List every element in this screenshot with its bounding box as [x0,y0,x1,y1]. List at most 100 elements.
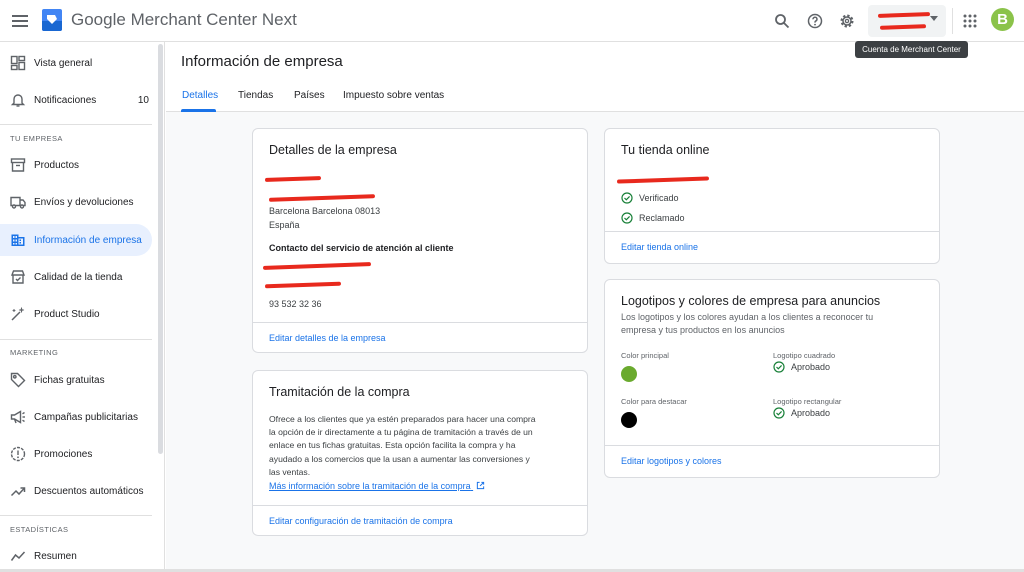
rectangular-logo-status: Aprobado [773,407,830,419]
square-logo-status: Aprobado [773,361,830,373]
products-icon [10,158,26,172]
sidebar-section-estadisticas: ESTADÍSTICAS [10,525,69,534]
top-app-bar: Google Merchant Center Next B [0,0,1024,42]
sidebar-item-label: Notificaciones [34,94,97,106]
bell-icon [10,94,26,107]
sidebar-item-product-studio[interactable]: Product Studio [0,298,152,330]
redaction-mark [264,176,322,182]
learn-more-checkout-link[interactable]: Más información sobre la tramitación de … [269,481,485,491]
sidebar-item-envios[interactable]: Envíos y devoluciones [0,186,152,218]
merchant-center-logo-icon [42,9,62,31]
account-switcher[interactable] [868,5,946,37]
verified-label: Verificado [639,193,679,203]
card-divider [253,322,587,323]
sidebar-item-label: Descuentos automáticos [34,485,144,497]
gear-icon [840,14,854,28]
open-in-new-icon [476,481,485,490]
checkout-description-line: ayudado a los comercios que la usan a au… [269,453,530,464]
settings-button[interactable] [835,9,859,33]
sidebar-item-label: Vista general [34,57,93,69]
sidebar-item-resumen[interactable]: Resumen [0,540,152,572]
approved-label: Aprobado [791,362,831,372]
card-divider [605,445,939,446]
sidebar-item-informacion-empresa[interactable]: Información de empresa [0,224,152,256]
logos-description-line2: empresa y tus productos en los anuncios [621,325,785,335]
sidebar-item-label: Campañas publicitarias [34,411,138,423]
redaction-mark [877,12,931,18]
sidebar-item-campanas[interactable]: Campañas publicitarias [0,401,152,433]
edit-checkout-link[interactable]: Editar configuración de tramitación de c… [269,516,453,526]
sidebar-divider [0,124,152,125]
checkout-card: Tramitación de la compra Ofrece a los cl… [252,370,588,536]
sidebar-item-calidad-tienda[interactable]: Calidad de la tienda [0,261,152,293]
tab-detalles[interactable]: Detalles [182,90,218,101]
card-divider [605,231,939,232]
sidebar-item-fichas-gratuitas[interactable]: Fichas gratuitas [0,364,152,396]
learn-more-label: Más información sobre la tramitación de … [269,481,471,491]
truck-icon [10,196,26,209]
help-button[interactable] [803,9,827,33]
sidebar-item-promociones[interactable]: Promociones [0,438,152,470]
sidebar-item-label: Resumen [34,550,77,562]
chart-line-icon [10,551,26,561]
accent-color-label: Color para destacar [621,397,687,406]
toolbar-divider [952,8,953,34]
primary-color-label: Color principal [621,351,669,360]
main-menu-button[interactable] [8,9,32,33]
dashboard-icon [10,55,26,71]
app-title-product: Merchant Center Next [130,10,297,29]
active-tab-indicator [181,109,216,112]
sidebar-item-label: Promociones [34,448,93,460]
card-divider [253,505,587,506]
check-circle-icon [621,192,633,204]
tab-tiendas[interactable]: Tiendas [238,90,273,101]
company-details-card: Detalles de la empresa Barcelona Barcelo… [252,128,588,353]
edit-online-store-link[interactable]: Editar tienda online [621,242,698,252]
checkout-description-line: la opción de ir directamente a tu página… [269,427,533,438]
checkout-description-line: enlace en tus fichas gratuitas. Esta opc… [269,440,516,451]
sidebar-item-productos[interactable]: Productos [0,149,152,181]
search-button[interactable] [770,9,794,33]
app-title-brand: Google [71,10,126,29]
sidebar-divider [0,339,152,340]
sidebar-item-label: Calidad de la tienda [34,271,123,283]
trend-icon [10,487,26,497]
caret-down-icon [930,16,938,21]
apps-button[interactable] [958,9,982,33]
card-title: Detalles de la empresa [269,143,397,157]
redaction-mark [268,194,376,202]
online-store-card: Tu tienda online Verificado Reclamado Ed… [604,128,940,264]
edit-logos-colors-link[interactable]: Editar logotipos y colores [621,456,722,466]
sidebar-item-label: Información de empresa [34,234,142,246]
redaction-mark [616,176,710,184]
sidebar-navigation: Vista general Notificaciones 10 TU EMPRE… [0,42,165,572]
user-avatar[interactable]: B [991,8,1014,31]
square-logo-label: Logotipo cuadrado [773,351,836,360]
edit-company-details-link[interactable]: Editar detalles de la empresa [269,333,386,343]
megaphone-icon [10,410,25,424]
sidebar-item-notificaciones[interactable]: Notificaciones 10 [0,84,152,116]
sidebar-item-label: Fichas gratuitas [34,374,105,386]
magic-wand-icon [11,307,25,321]
app-title: Google Merchant Center Next [71,10,297,30]
tab-paises[interactable]: Países [294,90,325,101]
primary-color-swatch[interactable] [621,366,637,382]
logos-colors-card: Logotipos y colores de empresa para anun… [604,279,940,478]
checkout-description: Ofrece a los clientes que ya estén prepa… [269,413,579,479]
card-title: Logotipos y colores de empresa para anun… [621,294,881,308]
sidebar-item-label: Productos [34,159,80,171]
sidebar-item-vista-general[interactable]: Vista general [0,47,152,79]
sidebar-scrollbar[interactable] [158,44,163,454]
check-circle-icon [773,407,785,419]
rectangular-logo-label: Logotipo rectangular [773,397,842,406]
redaction-mark [879,24,927,30]
sidebar-section-marketing: MARKETING [10,348,59,357]
checkout-description-line: las ventas. [269,466,311,477]
sidebar-item-descuentos[interactable]: Descuentos automáticos [0,475,152,507]
verified-status: Verificado [621,192,679,204]
tab-impuesto[interactable]: Impuesto sobre ventas [343,90,444,101]
accent-color-swatch[interactable] [621,412,637,428]
tag-icon [10,372,26,388]
logos-description-line1: Los logotipos y los colores ayudan a los… [621,312,874,322]
check-circle-icon [621,212,633,224]
